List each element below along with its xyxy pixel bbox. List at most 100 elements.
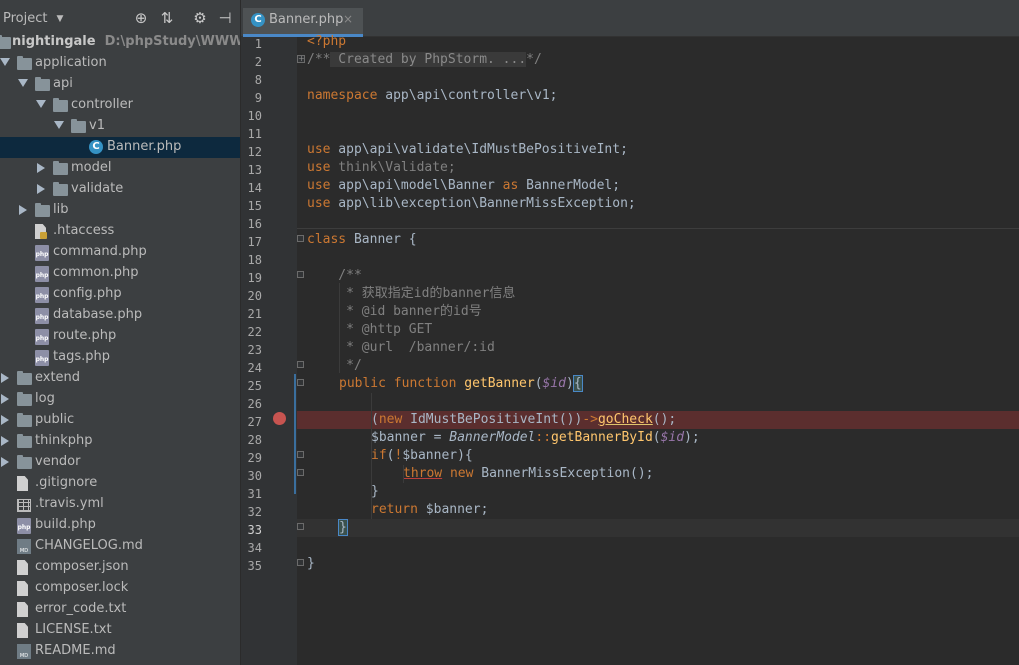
tree-item-label: thinkphp [35,433,92,448]
tree-item-name: thinkphp [35,433,93,448]
tree-item-config-php[interactable]: php config.php [0,284,240,305]
editor-gutter[interactable]: 1 2 8 9 10 11 12 13 14 15 16 17 18 19 20 21 22 23 24 25 26 27… [241,37,297,665]
collapsed-arrow-icon[interactable] [1,457,9,467]
line-number: 30 [247,469,262,483]
chevron-down-icon[interactable]: ▼ [56,14,63,24]
collapsed-arrow-icon[interactable] [1,394,9,404]
expanded-arrow-icon[interactable] [18,79,28,87]
folder-icon [17,434,32,448]
tree-item-vendor[interactable]: vendor [0,452,240,473]
tree-item-name: CHANGELOG.md [35,538,143,553]
fold-icon[interactable] [297,361,304,368]
fold-expand-icon[interactable]: + [297,55,305,63]
indent-guide [339,283,340,373]
tree-item-name: LICENSE.txt [35,622,112,637]
project-view-selector[interactable]: Project [3,11,47,26]
tree-item-application[interactable]: application [0,53,240,74]
tree-item-label: .gitignore [35,475,97,490]
tree-item-log[interactable]: log [0,389,240,410]
tree-item-travis-yml[interactable]: .travis.yml [0,494,240,515]
fold-icon[interactable] [297,559,304,566]
tree-item-thinkphp[interactable]: thinkphp [0,431,240,452]
code-line: } [307,556,315,571]
code-line: * @http GET [307,322,433,337]
tree-item-label: application [35,55,107,70]
close-icon[interactable]: × [343,12,353,26]
tree-item-nightingale[interactable]: nightingale D:\phpStudy\WWW\nighti [0,32,240,53]
code-line-breakpoint: (new IdMustBePositiveInt())->goCheck(); [297,411,1019,429]
tree-item-label: error_code.txt [35,601,126,616]
tree-item-controller[interactable]: controller [0,95,240,116]
code-line: * @url /banner/:id [307,340,495,355]
tree-item-label: log [35,391,55,406]
fold-icon[interactable] [297,379,304,386]
breakpoint-icon[interactable] [273,412,286,425]
collapsed-arrow-icon[interactable] [19,205,27,215]
collapsed-arrow-icon[interactable] [1,373,9,383]
fold-icon[interactable] [297,451,304,458]
folded-comment[interactable]: Created by PhpStorm. ... [330,52,527,67]
tree-item-name: model [71,160,112,175]
line-number: 21 [247,307,262,321]
fold-icon[interactable] [297,271,304,278]
tree-item-name: api [53,76,73,91]
tree-item-database-php[interactable]: php database.php [0,305,240,326]
tree-item-gitignore[interactable]: .gitignore [0,473,240,494]
tree-item-route-php[interactable]: php route.php [0,326,240,347]
collapsed-arrow-icon[interactable] [37,163,45,173]
tree-item-name: error_code.txt [35,601,127,616]
project-panel: Project ▼ ⊕ ⇅ ⚙ ⊣ nightingale D:\phpStudy… [0,0,241,665]
code-editor[interactable]: <?php /** Created by PhpStorm. ...*/ nam… [297,34,1019,665]
tree-item-build-php[interactable]: php build.php [0,515,240,536]
gear-icon[interactable]: ⚙ [191,9,209,27]
tree-item-readme-md[interactable]: MD README.md [0,641,240,662]
line-number: 35 [247,559,262,573]
code-line: * @id banner的id号 [307,304,482,319]
tree-item-license-txt[interactable]: LICENSE.txt [0,620,240,641]
fold-icon[interactable] [297,469,304,476]
change-marker[interactable] [294,374,296,494]
tree-item-label: build.php [35,517,96,532]
code-line: throw new BannerMissException(); [403,466,654,481]
tree-item-validate[interactable]: validate [0,179,240,200]
php-file-icon: php [35,266,49,282]
line-number: 9 [254,91,262,105]
fold-icon[interactable] [297,523,304,530]
tree-item-name: vendor [35,454,81,469]
tree-item-changelog-md[interactable]: MD CHANGELOG.md [0,536,240,557]
code-line: use think\Validate; [307,160,456,175]
tree-item-htaccess[interactable]: .htaccess [0,221,240,242]
tree-item-public[interactable]: public [0,410,240,431]
locate-icon[interactable]: ⊕ [132,9,150,27]
collapsed-arrow-icon[interactable] [1,415,9,425]
tree-item-extend[interactable]: extend [0,368,240,389]
line-number: 10 [247,109,262,123]
php-file-icon: php [17,518,31,534]
tree-item-common-php[interactable]: php common.php [0,263,240,284]
tree-item-v1[interactable]: v1 [0,116,240,137]
collapsed-arrow-icon[interactable] [1,436,9,446]
tree-item-model[interactable]: model [0,158,240,179]
tree-item-tags-php[interactable]: php tags.php [0,347,240,368]
tree-item-name: tags.php [53,349,110,364]
tree-item-lib[interactable]: lib [0,200,240,221]
tree-item-error-code-txt[interactable]: error_code.txt [0,599,240,620]
tree-item-label: composer.lock [35,580,128,595]
expanded-arrow-icon[interactable] [0,58,10,66]
expanded-arrow-icon[interactable] [36,100,46,108]
tree-item-composer-json[interactable]: composer.json [0,557,240,578]
tree-item-name: controller [71,97,134,112]
tree-item-command-php[interactable]: php command.php [0,242,240,263]
code-line: public function getBanner($id){ [339,375,583,392]
collapsed-arrow-icon[interactable] [37,184,45,194]
hide-panel-icon[interactable]: ⊣ [216,9,234,27]
tree-item-name: nightingale [12,34,96,49]
collapse-all-icon[interactable]: ⇅ [158,9,176,27]
expanded-arrow-icon[interactable] [54,121,64,129]
tree-item-name: command.php [53,244,147,259]
tree-item-composer-lock[interactable]: composer.lock [0,578,240,599]
tree-item-banner-php[interactable]: C Banner.php [0,137,240,158]
fold-icon[interactable] [297,235,304,242]
tree-item-api[interactable]: api [0,74,240,95]
code-line-current: } [297,519,1019,537]
